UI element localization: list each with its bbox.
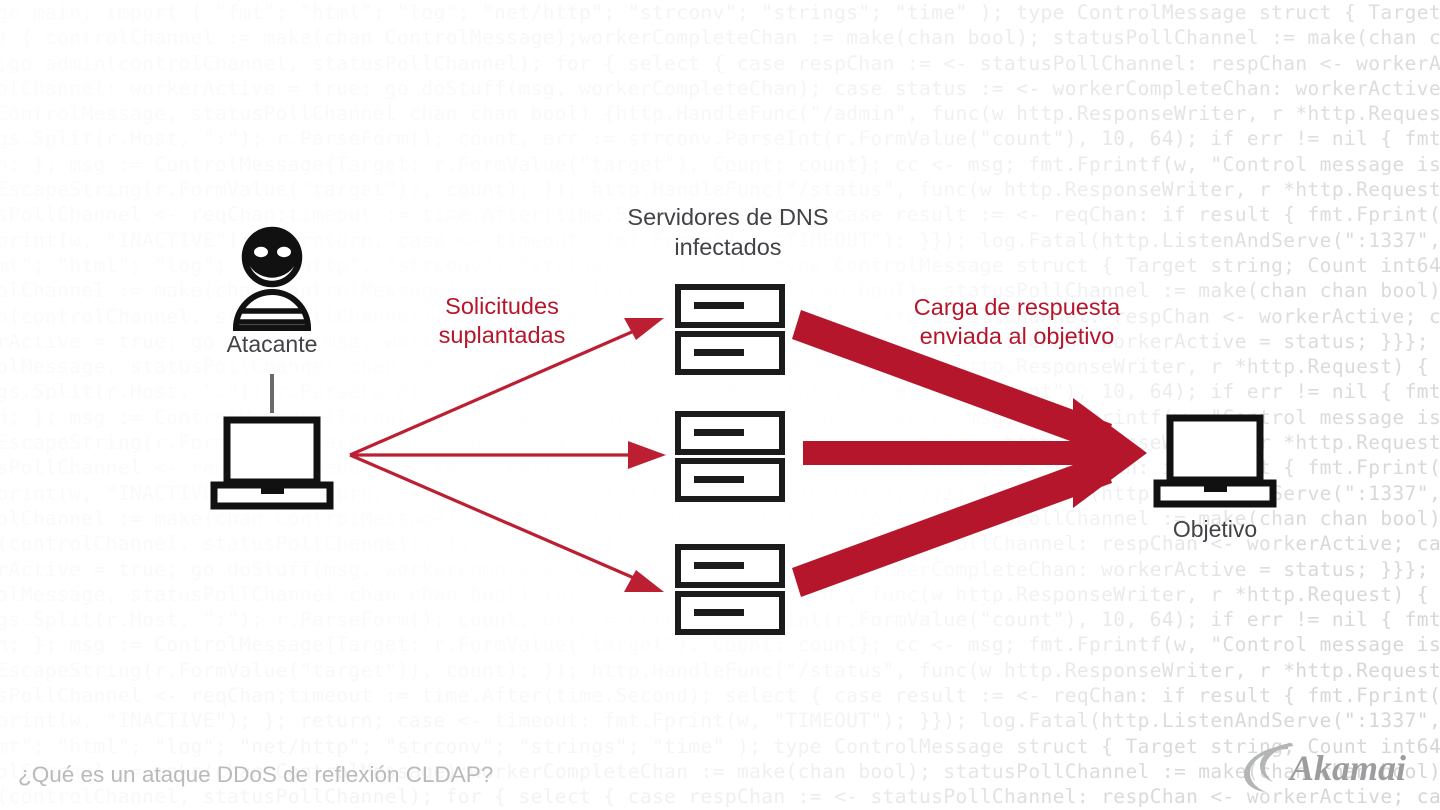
server-rack-icon <box>675 331 785 375</box>
spoofed-requests-label-line-1: Solicitudes <box>445 293 559 319</box>
dns-servers-label-line-1: Servidores de DNS <box>627 204 829 230</box>
response-payload-arrows <box>792 310 1147 597</box>
akamai-logo: Akamai <box>1236 740 1422 796</box>
response-payload-arrow-lower <box>792 454 1112 597</box>
akamai-wordmark: Akamai <box>1288 748 1406 788</box>
server-rack-icon <box>675 591 785 635</box>
target-laptop-icon <box>1153 414 1277 508</box>
response-payload-label: Carga de respuesta enviada al objetivo <box>872 293 1162 351</box>
attacker-icon-group <box>210 226 334 510</box>
attacker-laptop-icon <box>210 416 334 510</box>
dns-servers-label: Servidores de DNS infectados <box>588 202 868 262</box>
spoofed-requests-label: Solicitudes suplantadas <box>392 292 612 350</box>
slide-canvas: ckage main; import ( "fmt"; "html"; "log… <box>0 0 1440 810</box>
response-payload-arrowhead <box>1073 398 1147 508</box>
target-label: Objetivo <box>1172 516 1258 542</box>
slide-caption: ¿Qué es un ataque DDoS de reflexión CLDA… <box>18 762 494 787</box>
attacker-label: Atacante <box>226 331 318 357</box>
dns-server-group-2 <box>675 411 785 502</box>
spoofed-request-arrow-lower <box>349 453 664 592</box>
response-payload-arrow-middle <box>803 441 1113 465</box>
spoofed-request-arrows <box>349 318 666 592</box>
server-rack-icon <box>675 411 785 455</box>
server-rack-icon <box>675 544 785 588</box>
spoofed-request-arrow-middle <box>350 441 666 469</box>
dns-server-group-3 <box>675 544 785 635</box>
server-rack-icon <box>675 284 785 328</box>
response-payload-label-line-2: enviada al objetivo <box>919 323 1115 349</box>
server-rack-icon <box>675 458 785 502</box>
response-payload-label-line-1: Carga de respuesta <box>913 294 1121 320</box>
attack-flow-diagram <box>0 0 1440 810</box>
spoofed-requests-label-line-2: suplantadas <box>438 322 566 348</box>
masked-attacker-icon <box>232 226 312 331</box>
akamai-wave-logo-icon <box>1244 743 1293 792</box>
dns-server-group-1 <box>675 284 785 375</box>
dns-servers-label-line-2: infectados <box>674 234 782 260</box>
